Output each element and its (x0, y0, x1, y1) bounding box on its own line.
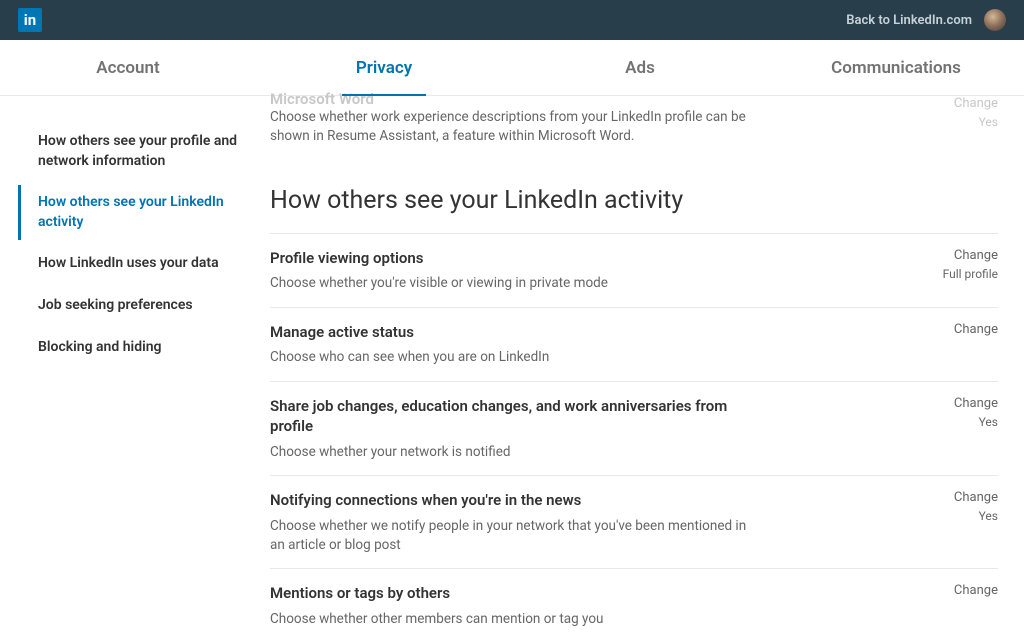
tab-privacy[interactable]: Privacy (256, 40, 512, 95)
setting-left: Profile viewing options Choose whether y… (270, 248, 790, 293)
setting-desc: Choose whether you're visible or viewing… (270, 274, 760, 293)
change-link[interactable]: Change (943, 248, 998, 263)
linkedin-logo[interactable]: in (18, 8, 42, 32)
setting-microsoft-word[interactable]: Microsoft Word Choose whether work exper… (270, 96, 998, 160)
main-panel: Microsoft Word Choose whether work exper… (250, 96, 1006, 643)
tab-ads[interactable]: Ads (512, 40, 768, 95)
change-link[interactable]: Change (954, 96, 998, 111)
sidebar-item-profile-network[interactable]: How others see your profile and network … (18, 124, 250, 179)
setting-right: Change (954, 322, 998, 341)
sidebar-item-blocking[interactable]: Blocking and hiding (18, 330, 250, 366)
setting-desc: Choose whether other members can mention… (270, 610, 760, 629)
setting-title: Manage active status (270, 322, 760, 342)
setting-title: Mentions or tags by others (270, 583, 760, 603)
change-link[interactable]: Change (954, 322, 998, 337)
sidebar-item-uses-data[interactable]: How LinkedIn uses your data (18, 246, 250, 282)
setting-left: Manage active status Choose who can see … (270, 322, 790, 367)
setting-desc: Choose who can see when you are on Linke… (270, 348, 760, 367)
tab-communications[interactable]: Communications (768, 40, 1024, 95)
setting-profile-viewing[interactable]: Profile viewing options Choose whether y… (270, 233, 998, 307)
change-link[interactable]: Change (954, 583, 998, 598)
change-link[interactable]: Change (954, 490, 998, 505)
sidebar: How others see your profile and network … (18, 96, 250, 643)
setting-left: Microsoft Word Choose whether work exper… (270, 96, 790, 146)
avatar[interactable] (984, 9, 1006, 31)
setting-right: Change Yes (954, 490, 998, 523)
setting-right: Change (954, 583, 998, 602)
setting-status: Yes (954, 415, 998, 429)
section-heading: How others see your LinkedIn activity (270, 186, 998, 215)
setting-left: Mentions or tags by others Choose whethe… (270, 583, 790, 628)
setting-right: Change Full profile (943, 248, 998, 281)
setting-title: Notifying connections when you're in the… (270, 490, 760, 510)
setting-status: Full profile (943, 267, 998, 281)
setting-title: Profile viewing options (270, 248, 760, 268)
setting-title: Share job changes, education changes, an… (270, 396, 760, 437)
setting-right: Change Yes (954, 396, 998, 429)
tab-account[interactable]: Account (0, 40, 256, 95)
global-header: in Back to LinkedIn.com (0, 0, 1024, 40)
setting-left: Notifying connections when you're in the… (270, 490, 790, 554)
setting-mentions-tags[interactable]: Mentions or tags by others Choose whethe… (270, 568, 998, 642)
setting-left: Share job changes, education changes, an… (270, 396, 790, 461)
sidebar-item-linkedin-activity[interactable]: How others see your LinkedIn activity (18, 185, 250, 240)
setting-right: Change Yes (954, 96, 998, 129)
setting-active-status[interactable]: Manage active status Choose who can see … (270, 307, 998, 381)
setting-status: Yes (954, 509, 998, 523)
change-link[interactable]: Change (954, 396, 998, 411)
setting-share-changes[interactable]: Share job changes, education changes, an… (270, 381, 998, 475)
header-right: Back to LinkedIn.com (846, 9, 1006, 31)
back-to-linkedin-link[interactable]: Back to LinkedIn.com (846, 13, 972, 28)
content: How others see your profile and network … (0, 96, 1024, 643)
setting-desc: Choose whether we notify people in your … (270, 517, 760, 555)
setting-desc: Choose whether your network is notified (270, 443, 760, 462)
sidebar-item-job-seeking[interactable]: Job seeking preferences (18, 288, 250, 324)
settings-tabs: Account Privacy Ads Communications (0, 40, 1024, 96)
setting-status: Yes (954, 115, 998, 129)
setting-notifying-news[interactable]: Notifying connections when you're in the… (270, 475, 998, 568)
setting-desc: Choose whether work experience descripti… (270, 108, 760, 146)
